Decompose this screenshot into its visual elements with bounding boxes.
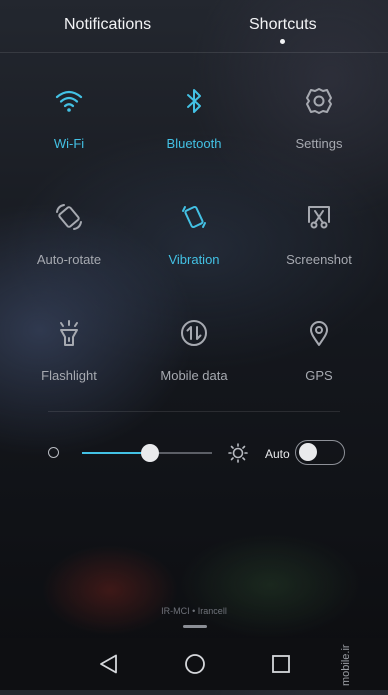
brightness-slider-thumb[interactable] xyxy=(140,444,159,462)
shortcut-label: Flashlight xyxy=(41,368,97,383)
shortcut-label: GPS xyxy=(305,368,333,383)
shortcut-wifi[interactable]: Wi-Fi xyxy=(7,86,131,176)
screenshot-icon xyxy=(304,202,334,232)
watermark-logo: mobile.ir xyxy=(338,620,352,690)
carrier-text: IR-MCI • Irancell xyxy=(161,606,227,616)
toggle-knob xyxy=(299,443,317,461)
recent-apps-icon xyxy=(272,655,290,673)
mobile-data-icon xyxy=(179,318,209,348)
shortcut-label: Bluetooth xyxy=(166,136,222,151)
shortcut-mobile-data[interactable]: Mobile data xyxy=(132,318,256,408)
vibration-icon xyxy=(179,202,209,232)
shortcut-label: Vibration xyxy=(168,252,220,267)
back-button[interactable] xyxy=(97,652,121,676)
home-button[interactable] xyxy=(183,652,207,676)
shortcut-label: Settings xyxy=(295,136,343,151)
shortcut-label: Screenshot xyxy=(286,252,352,267)
gps-icon xyxy=(304,318,334,348)
shortcut-bluetooth[interactable]: Bluetooth xyxy=(132,86,256,176)
shortcut-screenshot[interactable]: Screenshot xyxy=(257,202,381,292)
selected-tab-indicator xyxy=(280,39,285,44)
shortcut-gps[interactable]: GPS xyxy=(257,318,381,408)
navigation-bar xyxy=(0,638,388,690)
brightness-low-icon xyxy=(48,447,59,458)
panel-drag-handle[interactable] xyxy=(183,625,207,628)
shortcut-label: Auto-rotate xyxy=(36,252,102,267)
divider xyxy=(48,411,340,412)
auto-brightness-label: Auto xyxy=(265,447,290,461)
auto-brightness-toggle[interactable] xyxy=(295,440,345,465)
wifi-icon xyxy=(54,86,84,116)
recent-apps-button[interactable] xyxy=(269,652,293,676)
shortcut-label: Mobile data xyxy=(160,368,228,383)
gear-icon xyxy=(304,86,334,116)
svg-text:mobile.ir: mobile.ir xyxy=(340,644,352,686)
auto-rotate-icon xyxy=(54,202,84,232)
tab-shortcuts[interactable]: Shortcuts xyxy=(249,16,317,34)
shortcut-vibration[interactable]: Vibration xyxy=(132,202,256,292)
shortcut-label: Wi-Fi xyxy=(53,136,85,151)
shortcut-auto-rotate[interactable]: Auto-rotate xyxy=(7,202,131,292)
home-icon xyxy=(185,654,205,674)
brightness-high-icon xyxy=(228,443,248,463)
back-icon xyxy=(100,654,117,674)
shortcut-flashlight[interactable]: Flashlight xyxy=(7,318,131,408)
tab-notifications[interactable]: Notifications xyxy=(64,16,151,34)
bluetooth-icon xyxy=(179,86,209,116)
quick-panel-header: Notifications Shortcuts xyxy=(0,0,388,53)
brightness-slider-fill xyxy=(82,452,150,454)
shortcut-settings[interactable]: Settings xyxy=(257,86,381,176)
flashlight-icon xyxy=(54,318,84,348)
